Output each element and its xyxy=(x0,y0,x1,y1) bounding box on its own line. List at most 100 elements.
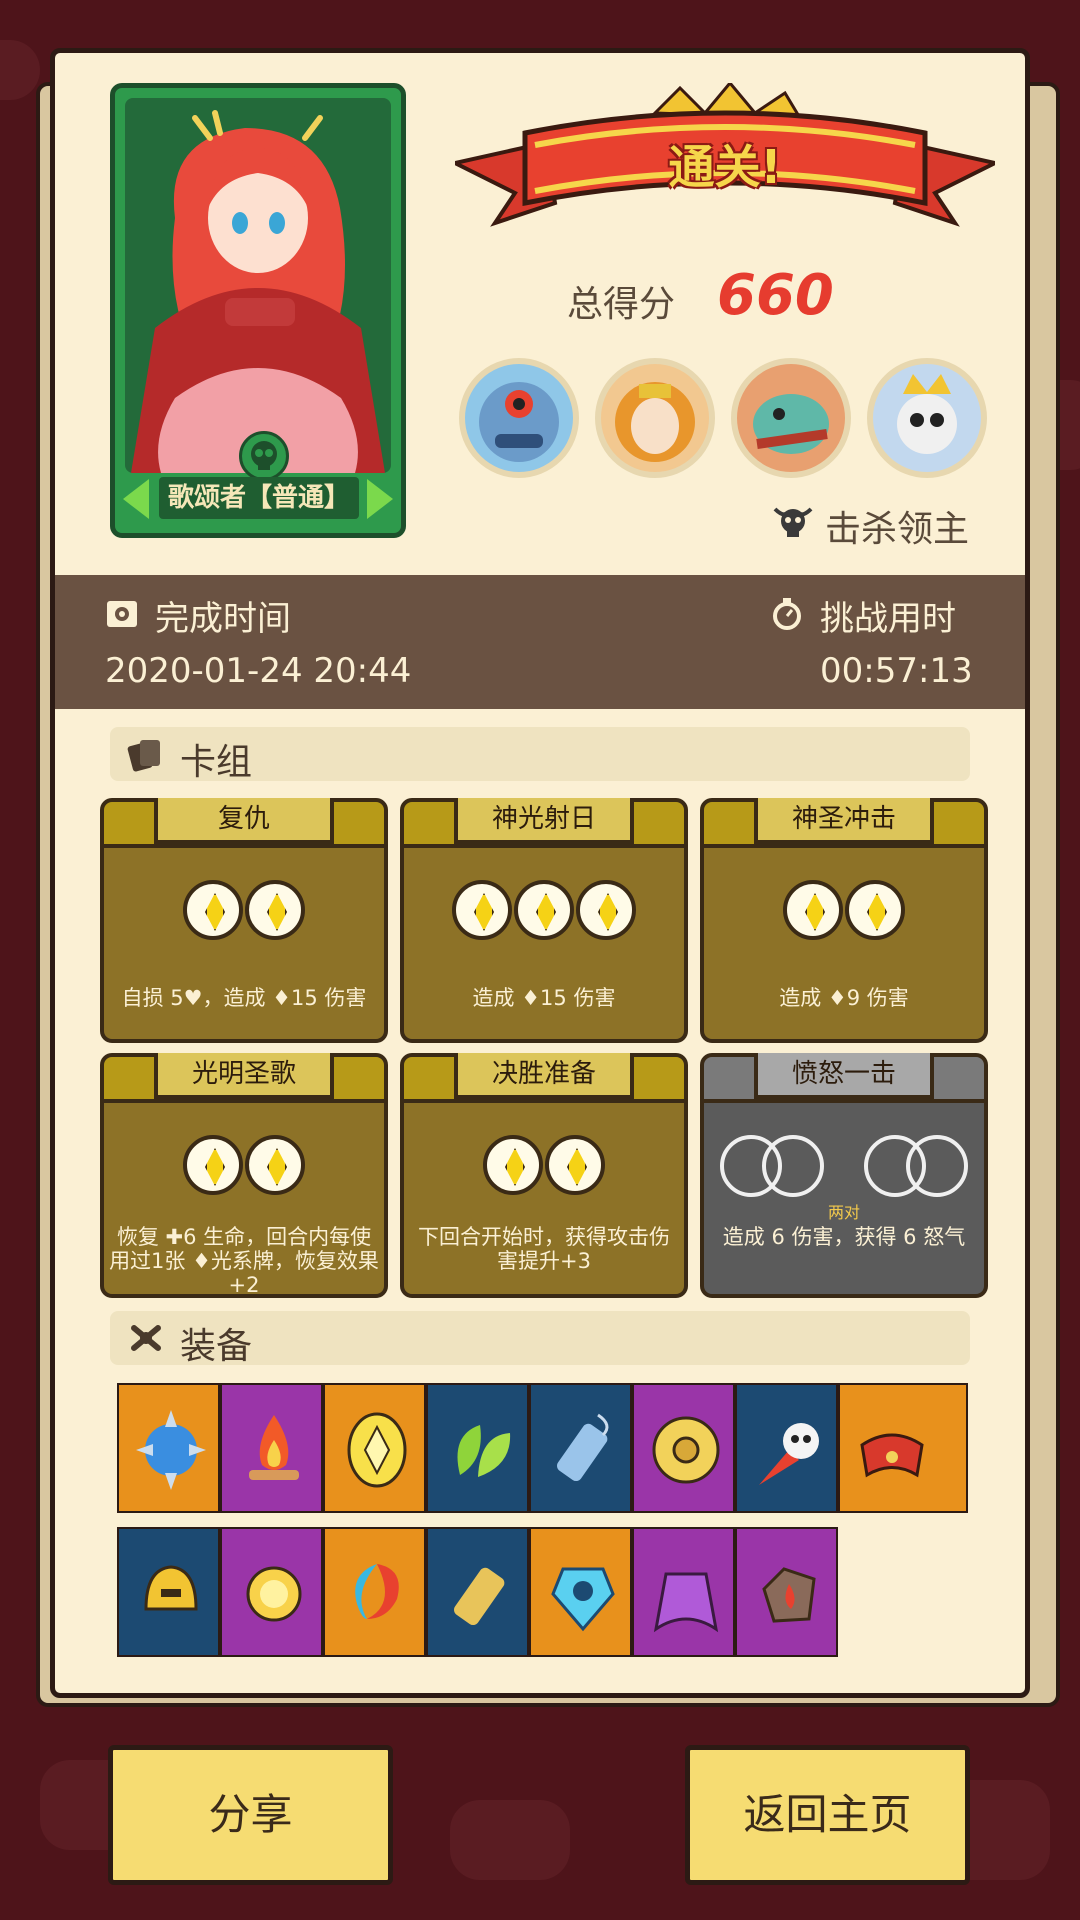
boss-portrait xyxy=(595,358,715,478)
shield-icon xyxy=(652,1416,720,1484)
light-cost-icon xyxy=(245,880,305,940)
kill-boss-label: 击杀领主 xyxy=(825,509,970,550)
equipment-slot[interactable] xyxy=(323,1383,426,1513)
card-description: 自损 5♥，造成 ♦15 伤害 xyxy=(121,986,367,1010)
background-shape xyxy=(450,1800,570,1880)
equipment-slot[interactable] xyxy=(426,1383,529,1513)
fire-stone-icon xyxy=(762,1567,816,1623)
light-cost-icon xyxy=(783,880,843,940)
home-button[interactable]: 返回主页 xyxy=(685,1745,970,1885)
finish-time-value: 2020-01-24 20:44 xyxy=(105,651,412,691)
deck-title: 卡组 xyxy=(180,742,253,783)
empty-cost-icon xyxy=(762,1135,824,1197)
card-cost xyxy=(100,880,388,944)
scroll-icon xyxy=(557,1413,609,1482)
purple-cloak-icon xyxy=(653,1572,719,1633)
red-bracer-icon xyxy=(860,1433,924,1478)
equipment-slot[interactable] xyxy=(529,1383,632,1513)
equipment-slot[interactable] xyxy=(632,1383,735,1513)
card-description: 造成 6 伤害，获得 6 怒气 xyxy=(722,1225,966,1249)
light-orb-icon xyxy=(246,1566,302,1622)
light-cost-icon xyxy=(576,880,636,940)
light-cost-icon xyxy=(183,1135,243,1195)
card-bright-hymn[interactable]: 光明圣歌 恢复 ✚6 生命，回合内每使用过1张 ♦光系牌，恢复效果+2 xyxy=(100,1053,388,1298)
finish-time-label: 完成时间 xyxy=(155,599,291,639)
equipment-slot[interactable] xyxy=(117,1383,220,1513)
character-selector: 歌颂者【普通】 xyxy=(121,431,395,523)
skull-icon xyxy=(239,431,289,481)
card-cost xyxy=(400,880,688,944)
boss-portrait xyxy=(459,358,579,478)
leaf-icon xyxy=(457,1425,511,1477)
crystal-skull-icon xyxy=(551,1567,615,1632)
time-info-bar: 完成时间 2020-01-24 20:44 挑战用时 00:57:13 xyxy=(55,575,1025,709)
cards-icon xyxy=(127,740,160,772)
card-cost xyxy=(400,1135,688,1199)
bone-icon xyxy=(131,1325,161,1351)
golden-scroll-icon xyxy=(454,1567,505,1626)
spiked-ball-icon xyxy=(136,1410,206,1490)
card-name: 光明圣歌 xyxy=(154,1053,334,1099)
equipment-section-header: 装备 xyxy=(110,1311,970,1367)
equipment-slot[interactable] xyxy=(838,1383,968,1513)
card-cost xyxy=(700,880,988,944)
card-name: 神圣冲击 xyxy=(754,798,934,844)
prev-character-button[interactable] xyxy=(123,479,149,519)
victory-banner: 通关! xyxy=(449,80,1001,253)
light-gem-icon xyxy=(347,1412,407,1488)
yin-yang-icon xyxy=(355,1564,399,1619)
card-description: 造成 ♦9 伤害 xyxy=(779,986,909,1010)
character-role-label: 歌颂者【普通】 xyxy=(159,477,359,519)
share-button[interactable]: 分享 xyxy=(108,1745,393,1885)
equipment-slot[interactable] xyxy=(220,1383,323,1513)
equipment-slot[interactable] xyxy=(426,1527,529,1657)
light-cost-icon xyxy=(183,880,243,940)
equipment-slot[interactable] xyxy=(735,1527,838,1657)
card-revenge[interactable]: 复仇 自损 5♥，造成 ♦15 伤害 xyxy=(100,798,388,1043)
challenge-time-value: 00:57:13 xyxy=(820,651,973,691)
light-cost-icon xyxy=(845,880,905,940)
equipment-slot[interactable] xyxy=(220,1527,323,1657)
empty-cost-icon xyxy=(906,1135,968,1197)
equipment-row xyxy=(117,1383,977,1513)
equipment-row xyxy=(117,1527,857,1657)
light-cost-icon xyxy=(483,1135,543,1195)
card-rage-strike[interactable]: 愤怒一击 两对 造成 6 伤害，获得 6 怒气 xyxy=(700,1053,988,1298)
card-divine-sun[interactable]: 神光射日 造成 ♦15 伤害 xyxy=(400,798,688,1043)
character-illustration xyxy=(131,110,385,473)
card-description: 造成 ♦15 伤害 xyxy=(472,986,616,1010)
challenge-time-label: 挑战用时 xyxy=(820,599,956,639)
card-cost xyxy=(700,1135,988,1199)
card-name: 神光射日 xyxy=(454,798,634,844)
character-portrait xyxy=(125,98,391,473)
character-card[interactable]: 歌颂者【普通】 xyxy=(110,83,406,538)
equipment-slot[interactable] xyxy=(735,1383,838,1513)
equipment-title: 装备 xyxy=(180,1326,253,1367)
equipment-slot[interactable] xyxy=(529,1527,632,1657)
skull-rocket-icon xyxy=(759,1423,819,1485)
equipment-slot[interactable] xyxy=(117,1527,220,1657)
skull-icon xyxy=(773,507,813,537)
card-description: 恢复 ✚6 生命，回合内每使用过1张 ♦光系牌，恢复效果+2 xyxy=(109,1225,379,1297)
boss-portrait xyxy=(731,358,851,478)
score-value: 660 xyxy=(717,263,834,328)
victory-title: 通关! xyxy=(668,140,782,194)
campfire-icon xyxy=(249,1415,299,1480)
card-victory-prep[interactable]: 决胜准备 下回合开始时，获得攻击伤害提升+3 xyxy=(400,1053,688,1298)
equipment-slot[interactable] xyxy=(632,1527,735,1657)
light-cost-icon xyxy=(245,1135,305,1195)
golden-helmet-icon xyxy=(144,1565,198,1611)
card-holy-strike[interactable]: 神圣冲击 造成 ♦9 伤害 xyxy=(700,798,988,1043)
deck-section-header: 卡组 xyxy=(110,727,970,783)
equipment-slot[interactable] xyxy=(323,1527,426,1657)
light-cost-icon xyxy=(514,880,574,940)
next-character-button[interactable] xyxy=(367,479,393,519)
card-description: 下回合开始时，获得攻击伤害提升+3 xyxy=(418,1225,670,1273)
card-name: 愤怒一击 xyxy=(754,1053,934,1099)
light-cost-icon xyxy=(545,1135,605,1195)
card-name: 复仇 xyxy=(154,798,334,844)
stopwatch-icon xyxy=(773,598,801,630)
background-shape xyxy=(0,40,40,100)
card-name: 决胜准备 xyxy=(454,1053,634,1099)
result-panel: 歌颂者【普通】 通关! 总得分 660 击杀领主 完成时间 2020-01-24 xyxy=(50,48,1030,1698)
